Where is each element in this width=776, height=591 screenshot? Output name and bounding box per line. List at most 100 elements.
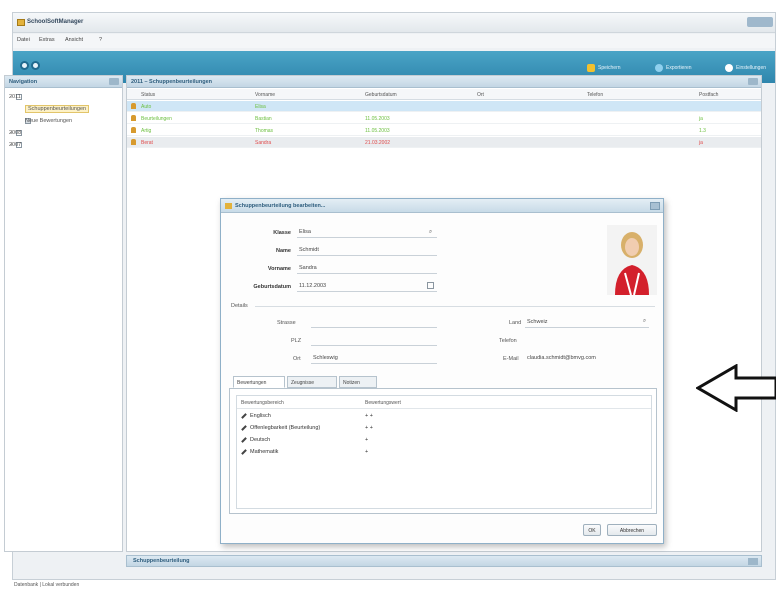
plz-label: PLZ <box>291 338 302 344</box>
column-header[interactable]: Postfach <box>699 92 718 98</box>
geburtsdatum-field[interactable]: 11.12.2003 <box>297 280 437 292</box>
save-label: Speichern <box>598 65 621 71</box>
save-button[interactable]: Speichern <box>587 64 621 72</box>
strasse-field[interactable] <box>311 316 437 328</box>
bewertung-value: + + <box>365 413 373 419</box>
column-header[interactable]: Geburtsdatum <box>365 92 397 98</box>
email-field[interactable]: claudia.schmidt@bmvg.com <box>525 352 649 364</box>
bewertung-row[interactable]: Deutsch <box>241 435 270 445</box>
student-photo <box>607 225 657 295</box>
tab-notizen[interactable]: Notizen <box>339 376 377 388</box>
name-field[interactable]: Schmidt <box>297 244 437 256</box>
logo-icon <box>20 59 42 75</box>
bottom-panel[interactable]: Schuppenbeurteilung <box>126 555 762 567</box>
bewertung-name: Englisch <box>250 413 271 419</box>
pencil-icon[interactable] <box>241 425 247 431</box>
bewertung-value: + <box>365 437 369 443</box>
strasse-label: Strasse <box>277 320 296 326</box>
grid-column-header[interactable]: Bewertungswert <box>365 400 401 406</box>
bewertung-value: + <box>365 449 369 455</box>
calendar-icon[interactable] <box>427 282 434 289</box>
table-row[interactable]: Artig Thomas 11.05.2003 1.3 <box>127 125 761 136</box>
tree-item-2007[interactable]: + 2007 <box>9 140 22 150</box>
pencil-icon[interactable] <box>241 437 247 443</box>
column-header[interactable]: Vorname <box>255 92 275 98</box>
column-header[interactable]: Ort <box>477 92 484 98</box>
menu-ansicht[interactable]: Ansicht <box>65 37 83 43</box>
table-row[interactable]: Auto Elisa <box>127 101 761 112</box>
collapse-sidebar-button[interactable] <box>109 78 119 85</box>
menu-help[interactable]: ? <box>99 37 102 43</box>
title-bar: SchoolSoftManager <box>13 13 775 33</box>
tree-item-label: 2011 <box>9 94 21 100</box>
dialog-close-button[interactable] <box>650 202 660 210</box>
app-title: SchoolSoftManager <box>27 19 84 25</box>
pencil-icon[interactable] <box>241 413 247 419</box>
left-arrow-icon <box>696 364 776 412</box>
table-cell: Elisa <box>255 104 266 110</box>
tree-item-2008[interactable]: + 2008 <box>9 128 22 138</box>
grid-column-header[interactable]: Bewertungsbereich <box>241 400 284 406</box>
table-cell: Artig <box>141 128 152 134</box>
name-label: Name <box>276 248 291 254</box>
main-title: 2011 – Schuppenbeurteilungen <box>131 79 212 85</box>
table-cell: ja <box>699 140 703 146</box>
table-cell: 11.05.2003 <box>365 128 390 134</box>
ort-label: Ort <box>293 356 301 362</box>
table-cell: Sandra <box>255 140 272 146</box>
bewertung-row[interactable]: Englisch <box>241 411 271 421</box>
tree-item-schuppenbeurteilungen[interactable]: Schuppenbeurteilungen <box>25 104 90 114</box>
telefon-field[interactable] <box>525 334 649 346</box>
pencil-icon[interactable] <box>241 449 247 455</box>
land-label: Land <box>509 320 522 326</box>
tree-item-label: 2008 <box>9 130 22 136</box>
land-field[interactable]: Schweiz <box>525 316 649 328</box>
table-cell: Berat <box>141 140 153 146</box>
klasse-field[interactable]: Elisa <box>297 226 437 238</box>
search-icon[interactable]: ⌕ <box>426 228 435 237</box>
main-panel-control[interactable] <box>748 78 758 85</box>
tree-item-label: 2007 <box>9 142 22 148</box>
person-icon <box>131 139 136 145</box>
klasse-label: Klasse <box>273 230 291 236</box>
edit-dialog: Schuppenbeurteilung bearbeiten... Klasse… <box>220 198 664 544</box>
menu-datei[interactable]: Datei <box>17 37 30 43</box>
tree-item-label: Neue Bewertungen <box>25 118 73 124</box>
dialog-title: Schuppenbeurteilung bearbeiten... <box>235 203 326 209</box>
vorname-label: Vorname <box>267 266 291 272</box>
dialog-icon <box>225 203 232 209</box>
bewertung-row[interactable]: Offenlegbarkeit (Beurteilung) <box>241 423 320 433</box>
column-header[interactable]: Telefon <box>587 92 603 98</box>
menu-extras[interactable]: Extras <box>39 37 55 43</box>
column-header[interactable]: Status <box>141 92 155 98</box>
bewertung-row[interactable]: Mathematik <box>241 447 278 457</box>
window-controls[interactable] <box>747 17 773 27</box>
settings-button[interactable]: Einstellungen <box>725 64 766 72</box>
tree-item-neue-bewertungen[interactable]: Neue Bewertungen <box>25 116 72 126</box>
ort-field[interactable]: Schleswig <box>311 352 437 364</box>
search-icon[interactable]: ⌕ <box>640 317 649 326</box>
bottom-panel-control[interactable] <box>748 558 758 565</box>
table-row[interactable]: Berat Sandra 21.03.2002 ja <box>127 137 761 148</box>
grid-header: Status Vorname Geburtsdatum Ort Telefon … <box>127 89 761 100</box>
plz-field[interactable] <box>311 334 437 346</box>
bewertung-name: Deutsch <box>250 437 271 443</box>
cancel-button[interactable]: Abbrechen <box>607 524 657 536</box>
sidebar: Navigation − 2011 Schuppenbeurteilungen … <box>4 75 123 552</box>
person-icon <box>131 103 136 109</box>
table-cell: Beurteilungen <box>141 116 172 122</box>
bewertung-name: Offenlegbarkeit (Beurteilung) <box>250 425 321 431</box>
bewertungen-panel: Bewertungsbereich Bewertungswert Englisc… <box>229 388 657 514</box>
tab-zeugnisse[interactable]: Zeugnisse <box>287 376 337 388</box>
tab-bewertungen[interactable]: Bewertungen <box>233 376 285 388</box>
export-button[interactable]: Exportieren <box>655 64 692 72</box>
tree-item-2011[interactable]: − 2011 <box>9 92 22 102</box>
ok-button[interactable]: OK <box>583 524 601 536</box>
table-row[interactable]: Beurteilungen Bastian 11.05.2003 ja <box>127 113 761 124</box>
table-cell: Auto <box>141 104 152 110</box>
table-cell: 11.05.2003 <box>365 116 390 122</box>
main-header: 2011 – Schuppenbeurteilungen <box>127 76 761 88</box>
vorname-field[interactable]: Sandra <box>297 262 437 274</box>
menu-bar: Datei Extras Ansicht ? <box>13 34 775 48</box>
telefon-label: Telefon <box>499 338 517 344</box>
